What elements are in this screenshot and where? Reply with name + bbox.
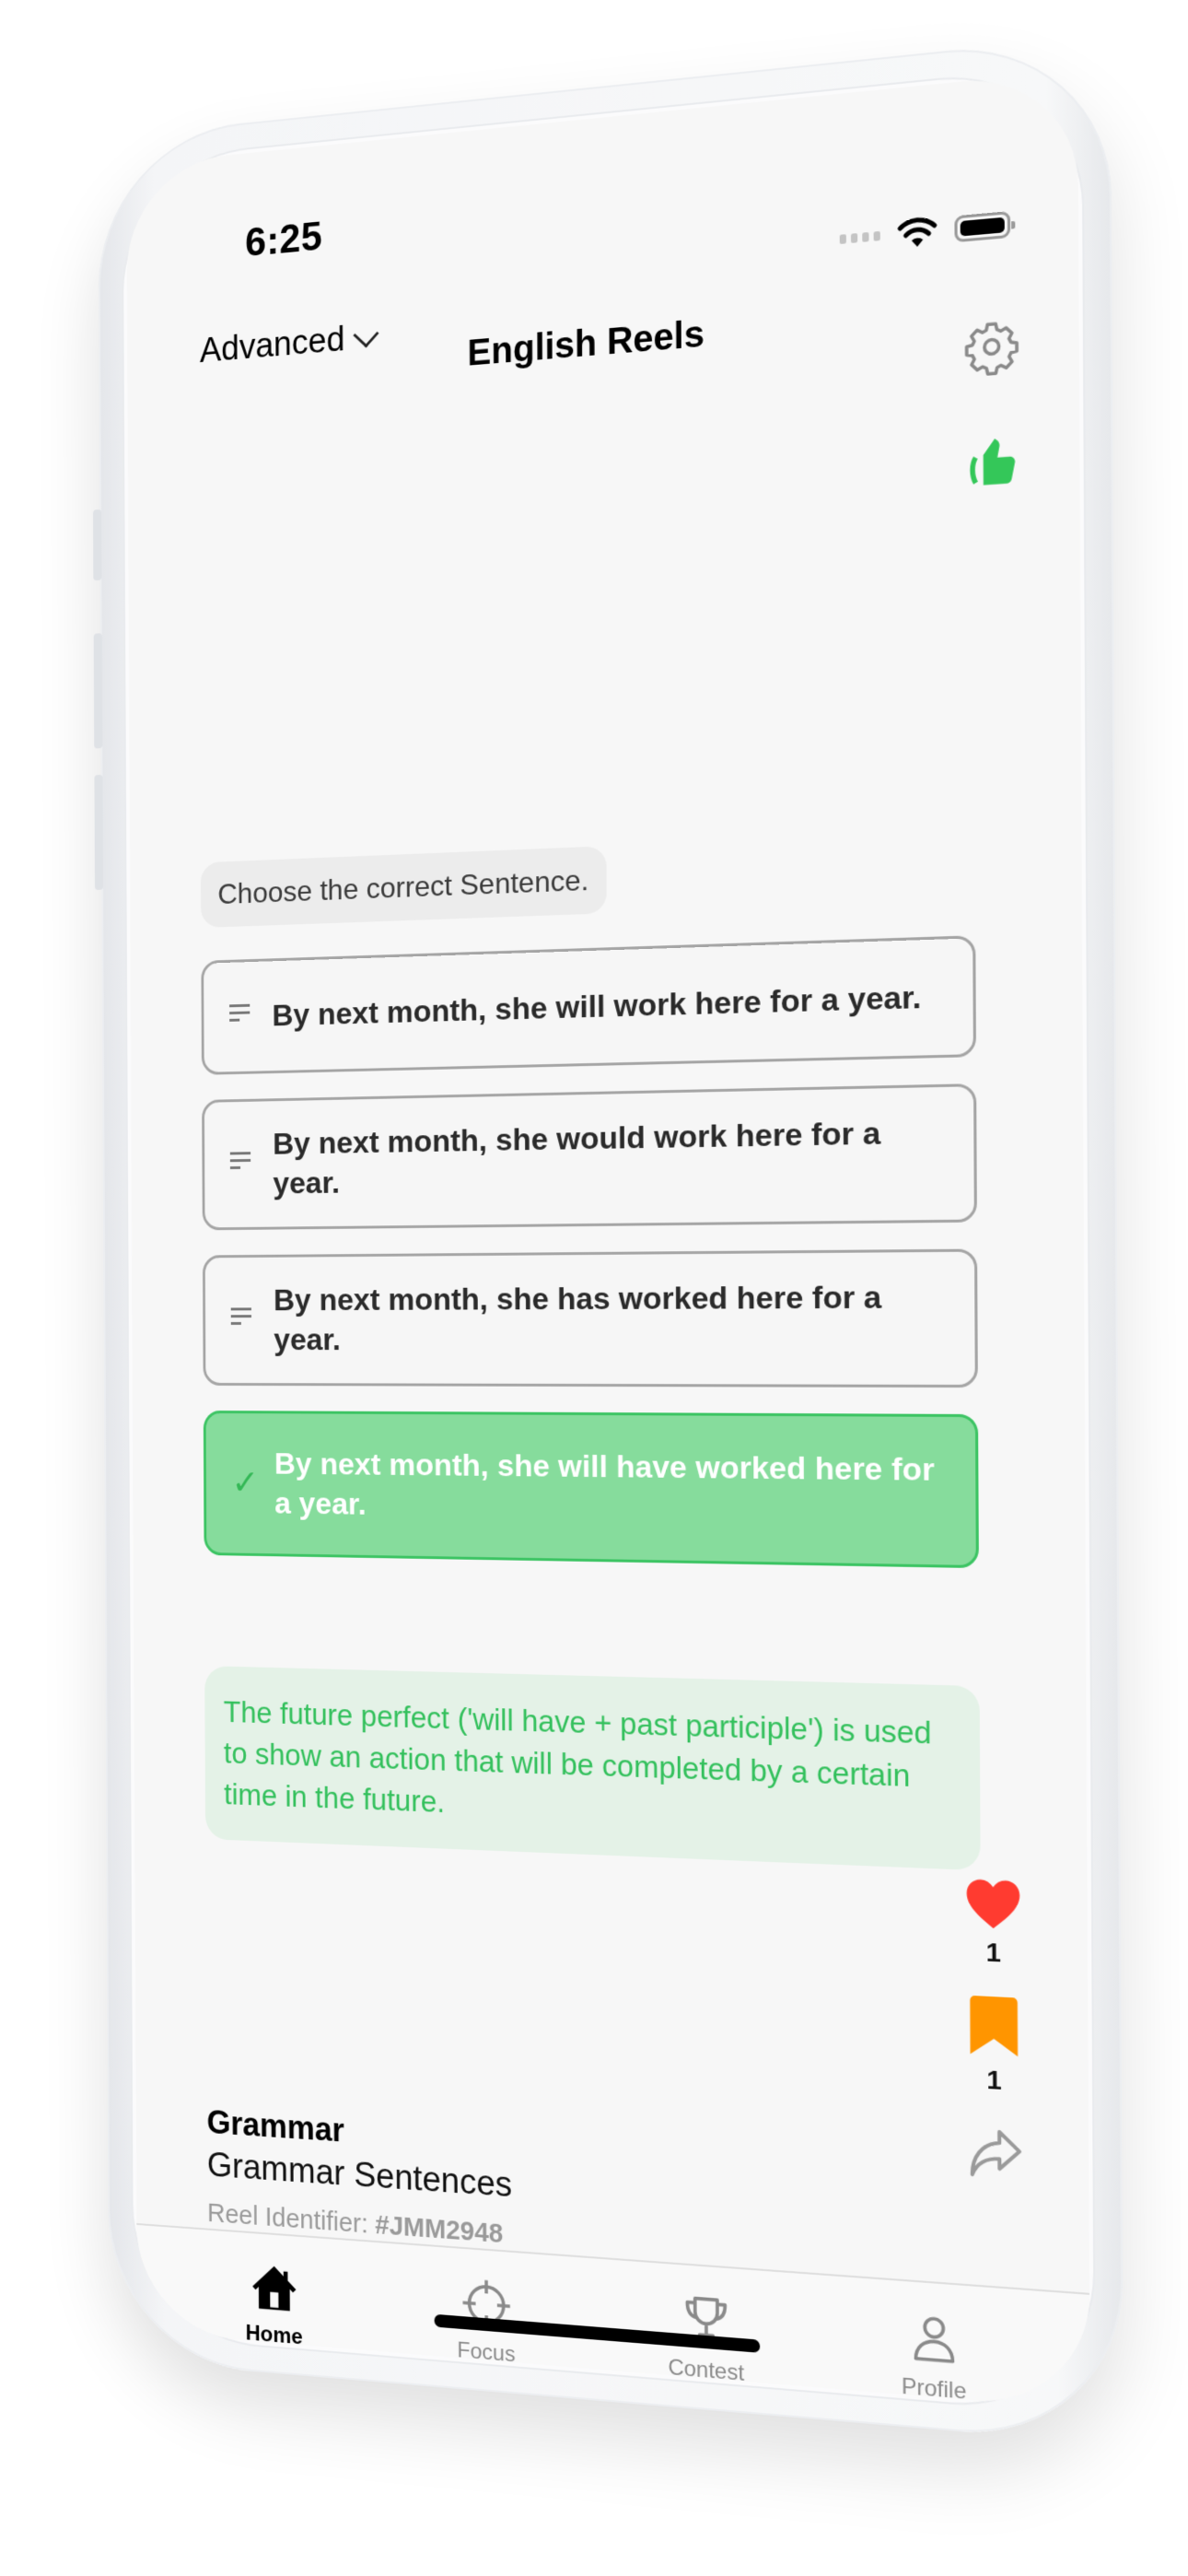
mute-switch bbox=[93, 509, 102, 581]
reel-actions: 1 1 bbox=[960, 1876, 1029, 2186]
answer-option-correct[interactable]: ✓ By next month, she will have worked he… bbox=[203, 1411, 979, 1569]
thumbs-up-icon[interactable] bbox=[961, 427, 1023, 492]
answer-option[interactable]: By next month, she has worked here for a… bbox=[202, 1248, 978, 1388]
phone-frame: 6:25 Advanced English Reels Choose the c… bbox=[93, 33, 1124, 2446]
screen: 6:25 Advanced English Reels Choose the c… bbox=[126, 69, 1090, 2410]
home-icon bbox=[251, 2264, 297, 2312]
text-lines-icon bbox=[230, 1307, 251, 1329]
option-text: By next month, she would work here for a… bbox=[273, 1116, 881, 1201]
wifi-icon bbox=[897, 215, 938, 248]
like-count: 1 bbox=[985, 1937, 1001, 1968]
tab-bar: Home Focus Contest Profile bbox=[136, 2222, 1090, 2410]
gear-icon[interactable] bbox=[962, 316, 1020, 378]
option-text: By next month, she will work here for a … bbox=[272, 979, 922, 1034]
text-lines-icon bbox=[229, 1152, 251, 1174]
bookmark-count: 1 bbox=[986, 2065, 1002, 2096]
option-text: By next month, she has worked here for a… bbox=[273, 1280, 882, 1357]
tab-home[interactable]: Home bbox=[189, 2229, 361, 2410]
answer-option[interactable]: By next month, she would work here for a… bbox=[202, 1083, 977, 1231]
cellular-signal-icon bbox=[839, 230, 880, 244]
question-prompt: Choose the correct Sentence. bbox=[200, 846, 608, 929]
battery-icon bbox=[954, 210, 1011, 243]
status-icons bbox=[839, 208, 1011, 255]
explanation-box: The future perfect ('will have + past pa… bbox=[204, 1666, 981, 1871]
person-icon bbox=[906, 2310, 961, 2369]
share-icon[interactable] bbox=[964, 2123, 1024, 2185]
reel-info: Grammar Grammar Sentences Reel Identifie… bbox=[207, 2103, 513, 2251]
answer-option[interactable]: By next month, she will work here for a … bbox=[201, 935, 976, 1075]
bookmark-icon[interactable] bbox=[970, 1995, 1019, 2059]
volume-up-button bbox=[93, 633, 103, 749]
volume-down-button bbox=[94, 774, 104, 891]
option-text: By next month, she will have worked here… bbox=[274, 1446, 935, 1522]
answer-options: By next month, she will work here for a … bbox=[201, 935, 979, 1569]
stage: 6:25 Advanced English Reels Choose the c… bbox=[0, 0, 1188, 2576]
checkmark-icon: ✓ bbox=[231, 1464, 260, 1503]
heart-icon[interactable] bbox=[964, 1876, 1022, 1932]
tab-profile[interactable]: Profile bbox=[839, 2277, 1031, 2410]
status-time: 6:25 bbox=[245, 214, 323, 265]
text-lines-icon bbox=[229, 1003, 250, 1026]
